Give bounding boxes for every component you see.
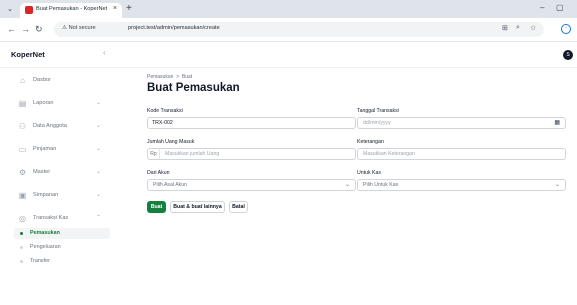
cancel-button[interactable]: Batal bbox=[229, 201, 248, 213]
url-text: project.test/admin/pemasukan/create bbox=[128, 25, 220, 31]
untuk-kas-label: Untuk Kas bbox=[357, 170, 381, 176]
breadcrumb: Pemasukan > Buat bbox=[147, 74, 192, 80]
kode-transaksi-label: Kode Transaksi bbox=[147, 108, 183, 114]
reload-icon[interactable]: ↻ bbox=[35, 24, 43, 35]
breadcrumb-separator-icon: > bbox=[176, 74, 180, 80]
bullet-icon bbox=[20, 260, 23, 263]
breadcrumb-link-pemasukan[interactable]: Pemasukan bbox=[147, 74, 173, 80]
sidebar-item-label: Dasbor bbox=[33, 77, 52, 83]
chevron-down-icon: ⌄ bbox=[96, 192, 102, 198]
dari-akun-label: Dari Akun bbox=[147, 170, 170, 176]
document-icon: ▤ bbox=[18, 99, 27, 108]
currency-prefix: Rp bbox=[148, 149, 160, 159]
chevron-down-icon: ⌄ bbox=[554, 182, 560, 188]
sidebar-subitem-transfer[interactable]: Transfer bbox=[14, 256, 110, 267]
chevron-down-icon: ⌄ bbox=[96, 146, 102, 152]
bullet-icon bbox=[20, 232, 23, 235]
create-another-button[interactable]: Buat & buat lainnya bbox=[170, 201, 225, 213]
tanggal-transaksi-input[interactable]: dd/mm/yyyy ▦ bbox=[357, 117, 566, 129]
profile-icon[interactable]: ◦ bbox=[561, 24, 571, 34]
sidebar-item-pinjaman[interactable]: ▭ Pinjaman ⌄ bbox=[0, 143, 116, 157]
sidebar-subitem-label: Transfer bbox=[30, 258, 50, 264]
address-bar[interactable]: ⚠ Not secure project.test/admin/pemasuka… bbox=[54, 22, 544, 37]
sidebar-item-master[interactable]: ⚙ Master ⌄ bbox=[0, 166, 116, 180]
chevron-down-icon: ⌄ bbox=[96, 123, 102, 129]
sidebar-item-transaksi-kas[interactable]: ◎ Transaksi Kas ⌃ bbox=[0, 212, 116, 226]
sidebar-subitem-pengeluaran[interactable]: Pengeluaran bbox=[14, 242, 110, 253]
sidebar-item-data-anggota[interactable]: ⚇ Data Anggota ⌄ bbox=[0, 120, 116, 134]
avatar[interactable]: S bbox=[563, 50, 573, 60]
sidebar-item-label: Master bbox=[33, 169, 51, 175]
maximize-icon[interactable]: ▢ bbox=[556, 3, 564, 12]
page-title: Buat Pemasukan bbox=[147, 82, 240, 94]
sidebar-item-laporan[interactable]: ▤ Laporan ⌄ bbox=[0, 97, 116, 111]
favicon-icon bbox=[25, 6, 33, 14]
sidebar-item-label: Transaksi Kas bbox=[33, 215, 69, 221]
translate-icon[interactable]: ⊞ bbox=[502, 24, 508, 32]
bullet-icon bbox=[20, 246, 23, 249]
new-tab-icon[interactable]: + bbox=[126, 3, 132, 15]
tab-list-icon[interactable]: ⌄ bbox=[4, 4, 16, 15]
keterangan-label: Keterangan bbox=[357, 139, 384, 145]
close-tab-icon[interactable]: × bbox=[113, 5, 117, 12]
browser-tab[interactable]: Buat Pemasukan - KoperNet × bbox=[20, 3, 122, 18]
sidebar-item-label: Data Anggota bbox=[33, 123, 67, 129]
users-icon: ⚇ bbox=[18, 122, 27, 131]
sidebar-subitem-label: Pengeluaran bbox=[30, 244, 61, 250]
banknote-icon: ▭ bbox=[18, 145, 27, 154]
tab-title: Buat Pemasukan - KoperNet bbox=[36, 6, 108, 12]
sidebar-item-label: Pinjaman bbox=[33, 146, 57, 152]
sidebar-subitem-pemasukan[interactable]: Pemasukan bbox=[14, 228, 110, 239]
jumlah-uang-input[interactable]: Rp Masukkan jumlah Uang bbox=[147, 148, 356, 160]
keterangan-input[interactable]: Masukkan Keterangan bbox=[357, 148, 566, 160]
untuk-kas-select[interactable]: Pilih Untuk Kas ⌄ bbox=[357, 179, 566, 191]
browser-toolbar: ← → ↻ ⚠ Not secure project.test/admin/pe… bbox=[0, 18, 577, 42]
gear-icon: ⚙ bbox=[18, 168, 27, 177]
dari-akun-placeholder: Pilih Asal Akun bbox=[153, 182, 188, 188]
keterangan-placeholder: Masukkan Keterangan bbox=[363, 151, 415, 157]
forward-icon[interactable]: → bbox=[21, 24, 30, 34]
sidebar-item-label: Simpanan bbox=[33, 192, 59, 198]
chevron-up-icon: ⌃ bbox=[96, 215, 102, 221]
bookmark-star-icon[interactable]: ☆ bbox=[530, 24, 536, 32]
create-button[interactable]: Buat bbox=[147, 201, 166, 213]
sidebar-collapse-icon[interactable]: ‹ bbox=[103, 48, 106, 57]
minimize-icon[interactable]: – bbox=[540, 3, 544, 12]
tanggal-transaksi-label: Tanggal Transaksi bbox=[357, 108, 399, 114]
brand-logo[interactable]: KoperNet bbox=[11, 50, 45, 59]
kode-transaksi-value: TRX-002 bbox=[152, 120, 173, 126]
browser-tab-bar: ⌄ Buat Pemasukan - KoperNet × + – ▢ bbox=[0, 0, 577, 18]
zoom-icon[interactable]: ⌕ bbox=[516, 24, 520, 32]
sidebar-item-simpanan[interactable]: ▣ Simpanan ⌄ bbox=[0, 189, 116, 203]
untuk-kas-placeholder: Pilih Untuk Kas bbox=[363, 182, 399, 188]
back-icon[interactable]: ← bbox=[7, 24, 16, 34]
chevron-down-icon: ⌄ bbox=[96, 100, 102, 106]
sidebar-item-dasbor[interactable]: ⌂ Dasbor bbox=[0, 74, 116, 88]
calendar-icon[interactable]: ▦ bbox=[554, 119, 560, 126]
app-header: KoperNet ‹ S bbox=[0, 42, 577, 68]
currency-icon: ◎ bbox=[19, 214, 26, 223]
security-indicator[interactable]: ⚠ Not secure bbox=[62, 25, 96, 31]
tanggal-placeholder: dd/mm/yyyy bbox=[363, 120, 391, 126]
chevron-down-icon: ⌄ bbox=[96, 169, 102, 175]
jumlah-uang-label: Jumlah Uang Masuk bbox=[147, 139, 195, 145]
kode-transaksi-input[interactable]: TRX-002 bbox=[147, 117, 356, 129]
sidebar-subitem-label: Pemasukan bbox=[30, 230, 60, 236]
jumlah-placeholder: Masukkan jumlah Uang bbox=[165, 151, 220, 157]
wallet-icon: ▣ bbox=[18, 191, 27, 200]
security-label: Not secure bbox=[68, 25, 96, 31]
breadcrumb-current: Buat bbox=[181, 74, 193, 80]
sidebar-item-label: Laporan bbox=[33, 100, 54, 106]
sidebar: ⌂ Dasbor ▤ Laporan ⌄ ⚇ Data Anggota ⌄ ▭ … bbox=[0, 68, 116, 305]
dari-akun-select[interactable]: Pilih Asal Akun ⌄ bbox=[147, 179, 356, 191]
home-icon: ⌂ bbox=[20, 76, 25, 85]
chevron-down-icon: ⌄ bbox=[344, 182, 350, 188]
